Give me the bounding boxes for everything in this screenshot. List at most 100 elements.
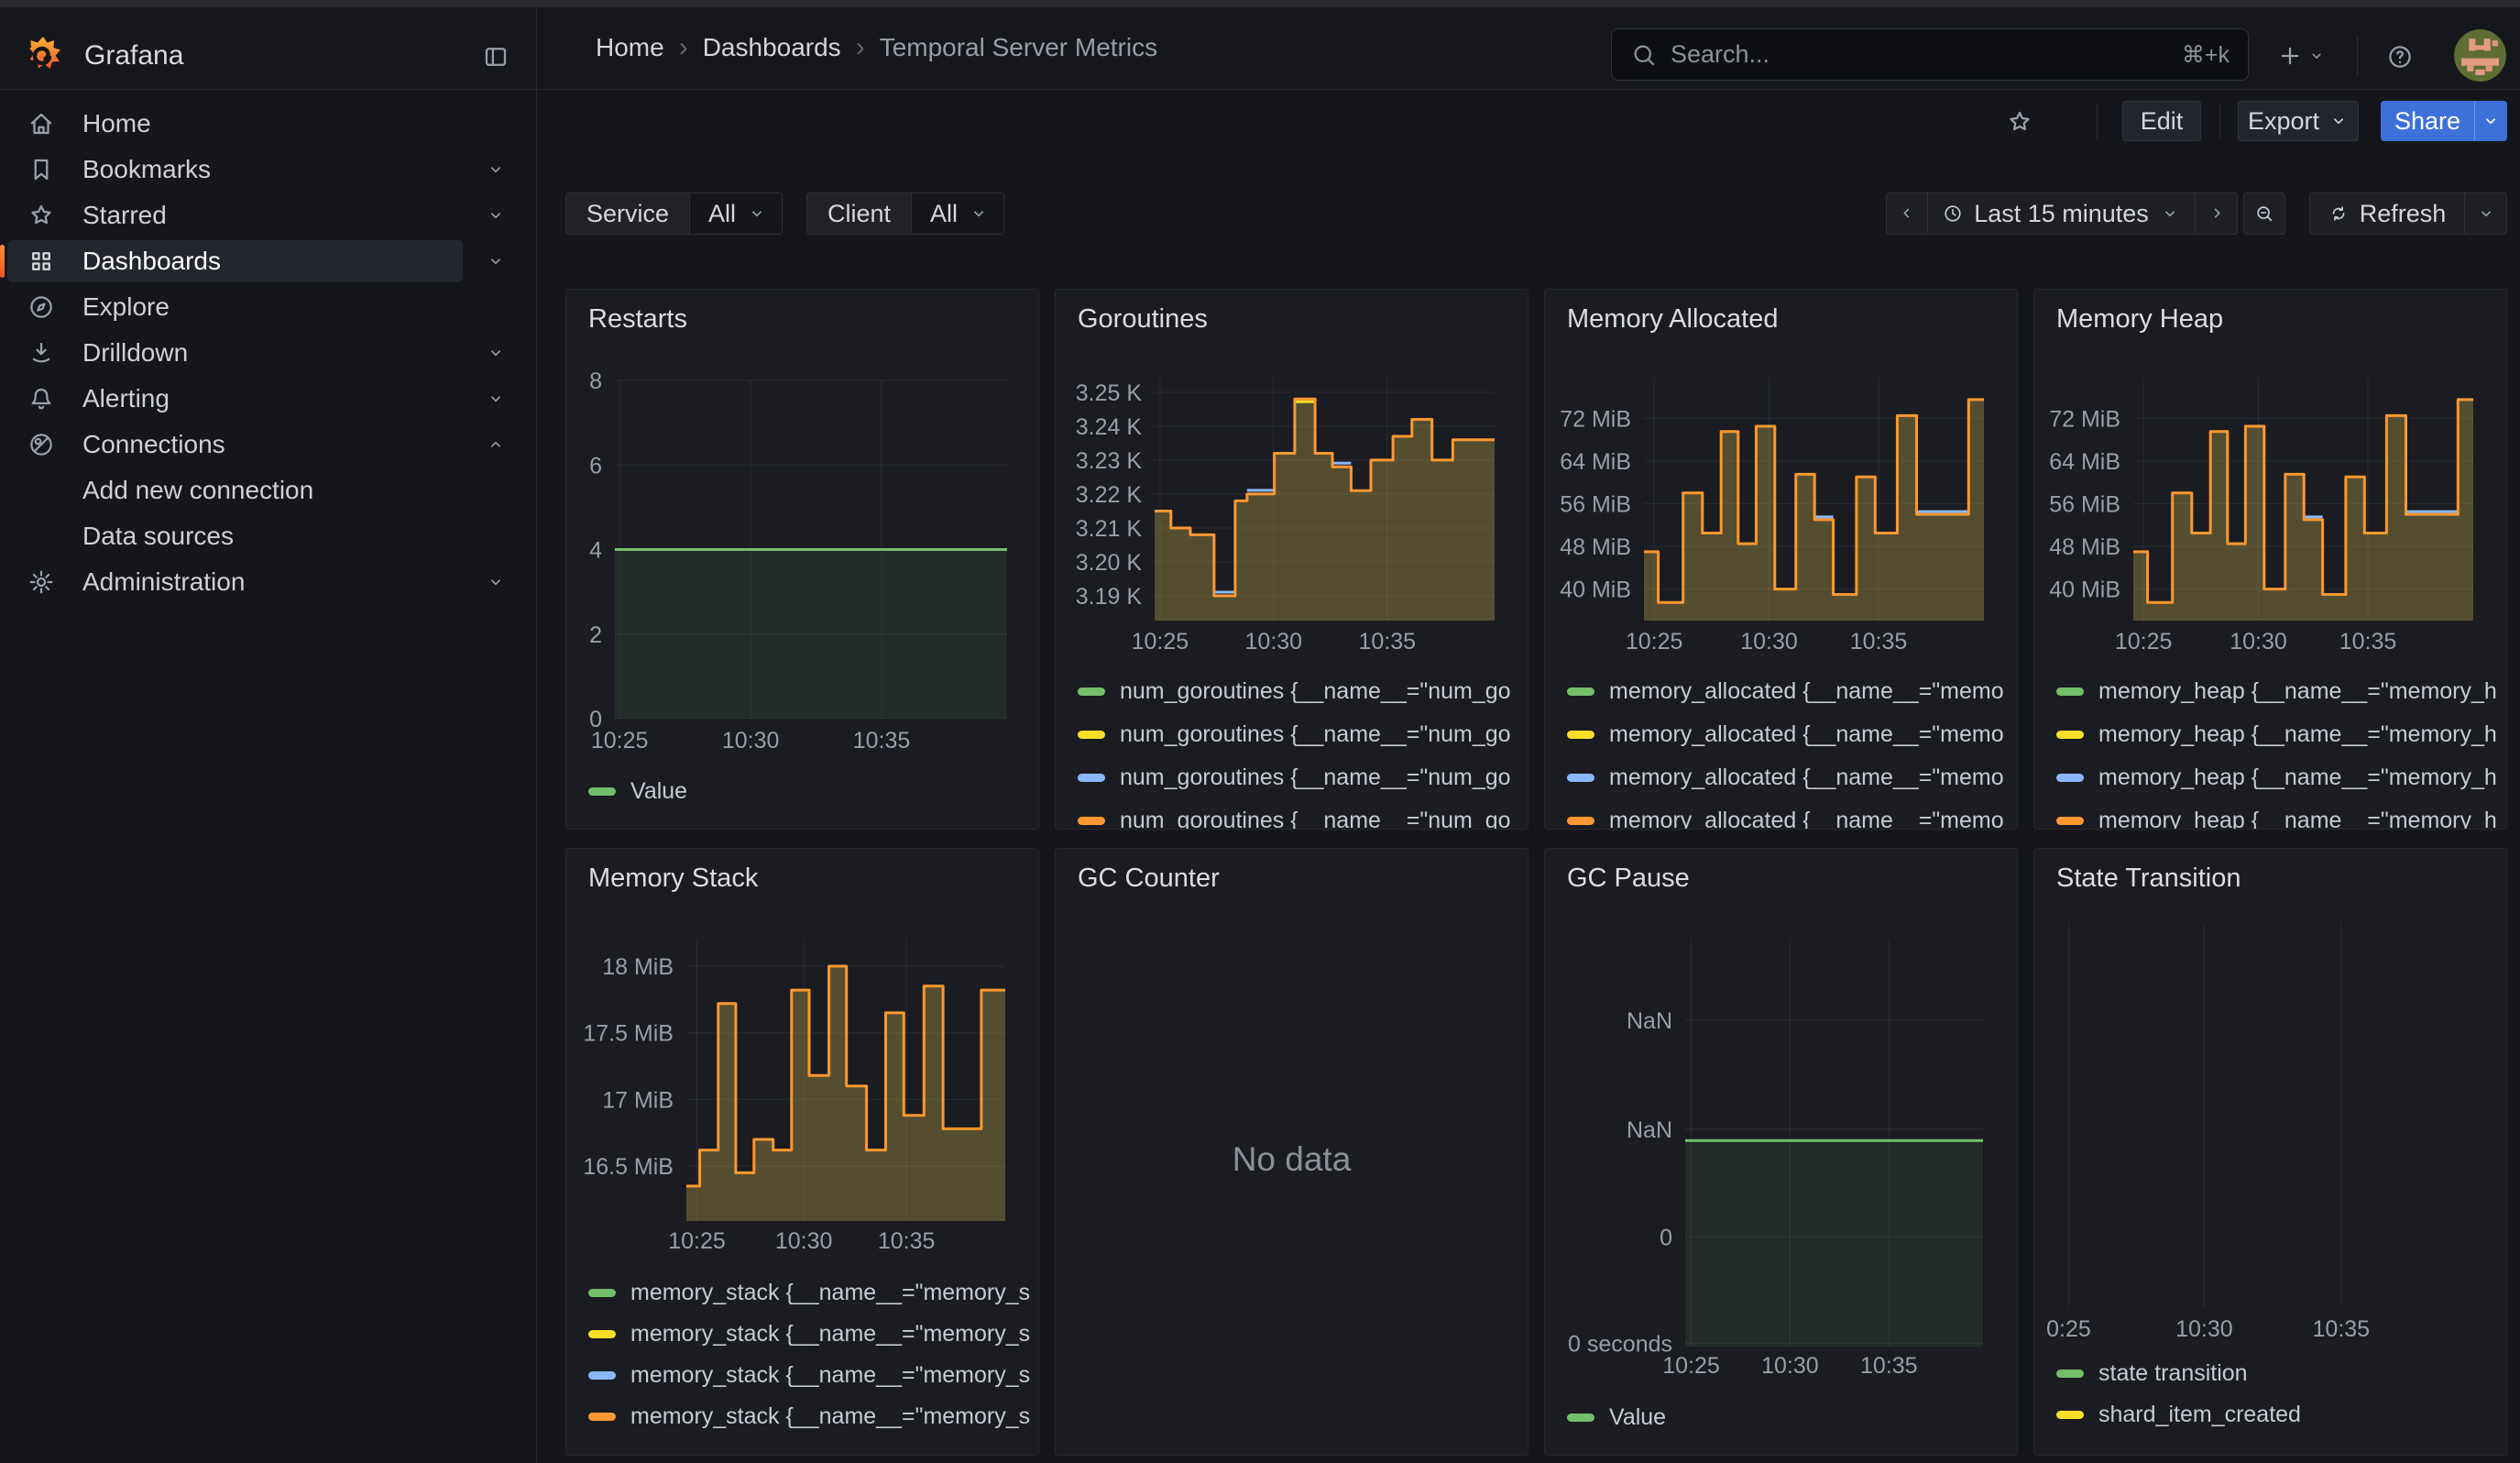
sidebar-item-surface[interactable]: Data sources bbox=[7, 515, 463, 557]
edit-button[interactable]: Edit bbox=[2122, 101, 2201, 141]
chevron-down-icon[interactable] bbox=[486, 160, 506, 180]
panel-title[interactable]: Memory Stack bbox=[588, 864, 758, 894]
sidebar-item-bookmarks[interactable]: Bookmarks bbox=[0, 148, 536, 191]
legend-item[interactable]: memory_allocated {__name__="memo bbox=[1567, 756, 2010, 799]
sidebar-item-drilldown[interactable]: Drilldown bbox=[0, 332, 536, 374]
filter-service-value[interactable]: All bbox=[689, 193, 782, 234]
drilldown-icon bbox=[27, 339, 55, 367]
breadcrumb-item[interactable]: Home bbox=[596, 33, 664, 62]
chevron-down-icon[interactable] bbox=[486, 343, 506, 363]
chart-goroutines[interactable]: 10:2510:3010:353.19 K3.20 K3.21 K3.22 K3… bbox=[1056, 290, 1528, 656]
legend-item[interactable]: state transition bbox=[2056, 1353, 2499, 1394]
panel-title[interactable]: GC Counter bbox=[1078, 864, 1220, 894]
legend-label: num_goroutines {__name__="num_go bbox=[1120, 678, 1511, 705]
sidebar-item-dashboards[interactable]: Dashboards bbox=[0, 240, 536, 282]
sidebar-item-starred[interactable]: Starred bbox=[0, 194, 536, 236]
chart-memory_heap[interactable]: 10:2510:3010:3540 MiB48 MiB56 MiB64 MiB7… bbox=[2034, 290, 2507, 656]
sidebar-item-surface[interactable]: Dashboards bbox=[7, 240, 463, 282]
chevron-down-icon[interactable] bbox=[486, 251, 506, 271]
sidebar-item-home[interactable]: Home bbox=[0, 103, 536, 145]
panel-title[interactable]: Goroutines bbox=[1078, 304, 1208, 335]
sidebar-item-administration[interactable]: Administration bbox=[0, 561, 536, 603]
sidebar-item-explore[interactable]: Explore bbox=[0, 286, 536, 328]
sidebar-item-surface[interactable]: Starred bbox=[7, 194, 463, 236]
help-button[interactable] bbox=[2379, 36, 2421, 78]
panel-title[interactable]: State Transition bbox=[2056, 864, 2241, 894]
legend-item[interactable]: num_goroutines {__name__="num_go bbox=[1078, 756, 1520, 799]
sidebar-item-surface[interactable]: Connections bbox=[7, 424, 463, 466]
chevron-up-icon[interactable] bbox=[486, 434, 506, 455]
legend-item[interactable]: shard_item_created bbox=[2056, 1394, 2499, 1436]
legend-item[interactable]: memory_allocated {__name__="memo bbox=[1567, 670, 2010, 713]
legend: memory_heap {__name__="memory_hmemory_he… bbox=[2056, 670, 2499, 830]
zoom-out-button[interactable] bbox=[2243, 192, 2285, 235]
legend-item[interactable]: Value bbox=[588, 770, 1031, 813]
sidebar-item-surface[interactable]: Explore bbox=[7, 286, 463, 328]
sidebar-item-surface[interactable]: Alerting bbox=[7, 378, 463, 420]
filter-client-value[interactable]: All bbox=[911, 193, 1003, 234]
chevron-down-icon[interactable] bbox=[486, 205, 506, 226]
legend-swatch bbox=[2056, 1411, 2084, 1419]
legend-label: num_goroutines {__name__="num_go bbox=[1120, 721, 1511, 748]
legend-item[interactable]: memory_allocated {__name__="memo bbox=[1567, 799, 2010, 830]
legend-swatch bbox=[2056, 731, 2084, 739]
time-shift-forward-button[interactable] bbox=[2196, 192, 2238, 235]
sidebar-item-surface[interactable]: Home bbox=[7, 103, 463, 145]
panel-title[interactable]: Memory Heap bbox=[2056, 304, 2223, 335]
chart-memory_stack[interactable]: 10:2510:3010:3516.5 MiB17 MiB17.5 MiB18 … bbox=[566, 849, 1039, 1260]
breadcrumb-item[interactable]: Dashboards bbox=[703, 33, 841, 62]
export-button[interactable]: Export bbox=[2238, 101, 2359, 141]
chart-state_transition[interactable]: 0:2510:3010:35 bbox=[2034, 849, 2507, 1346]
legend-item[interactable]: memory_heap {__name__="memory_h bbox=[2056, 713, 2499, 756]
header-divider bbox=[2357, 37, 2358, 75]
refresh-button[interactable]: Refresh bbox=[2309, 192, 2465, 235]
legend-item[interactable]: memory_stack {__name__="memory_s bbox=[588, 1355, 1031, 1396]
legend-item[interactable]: memory_stack {__name__="memory_s bbox=[588, 1396, 1031, 1437]
svg-text:72 MiB: 72 MiB bbox=[2049, 406, 2120, 432]
legend: state transitionshard_item_created bbox=[2056, 1353, 2499, 1436]
time-range-picker[interactable]: Last 15 minutes bbox=[1928, 192, 2196, 235]
chart-gc_pause[interactable]: 10:2510:3010:350 seconds0NaNNaN bbox=[1545, 849, 2018, 1388]
legend-item[interactable]: memory_heap {__name__="memory_h bbox=[2056, 670, 2499, 713]
svg-text:10:35: 10:35 bbox=[853, 728, 911, 754]
sidebar-item-add-new-connection[interactable]: Add new connection bbox=[0, 469, 536, 512]
search-input[interactable]: Search... ⌘+k bbox=[1611, 28, 2249, 81]
chevron-down-icon[interactable] bbox=[486, 572, 506, 592]
legend-item[interactable]: num_goroutines {__name__="num_go bbox=[1078, 713, 1520, 756]
sidebar-item-data-sources[interactable]: Data sources bbox=[0, 515, 536, 557]
legend-item[interactable]: num_goroutines {__name__="num_go bbox=[1078, 670, 1520, 713]
refresh-interval-button[interactable] bbox=[2465, 192, 2507, 235]
time-shift-back-button[interactable] bbox=[1886, 192, 1928, 235]
legend-swatch bbox=[1567, 1414, 1594, 1422]
sidebar-item-alerting[interactable]: Alerting bbox=[0, 378, 536, 420]
sidebar-item-surface[interactable]: Add new connection bbox=[7, 469, 463, 512]
legend-item[interactable]: memory_heap {__name__="memory_h bbox=[2056, 799, 2499, 830]
sidebar-item-surface[interactable]: Drilldown bbox=[7, 332, 463, 374]
new-button[interactable] bbox=[2265, 35, 2337, 77]
legend-item[interactable]: num_goroutines {__name__="num_go bbox=[1078, 799, 1520, 830]
sidebar-item-surface[interactable]: Administration bbox=[7, 561, 463, 603]
share-button[interactable]: Share bbox=[2381, 101, 2474, 141]
chart-restarts[interactable]: 10:2510:3010:3502468 bbox=[566, 290, 1039, 759]
chevron-down-icon[interactable] bbox=[486, 389, 506, 409]
legend-item[interactable]: memory_allocated {__name__="memo bbox=[1567, 713, 2010, 756]
panel-title[interactable]: Restarts bbox=[588, 304, 687, 335]
chart-memory_allocated[interactable]: 10:2510:3010:3540 MiB48 MiB56 MiB64 MiB7… bbox=[1545, 290, 2018, 656]
panel-title[interactable]: Memory Allocated bbox=[1567, 304, 1779, 335]
svg-text:10:25: 10:25 bbox=[1626, 629, 1683, 654]
legend-item[interactable]: memory_heap {__name__="memory_h bbox=[2056, 756, 2499, 799]
favorite-star-button[interactable] bbox=[2000, 102, 2040, 142]
legend-swatch bbox=[1078, 688, 1105, 696]
legend-item[interactable]: memory_stack {__name__="memory_s bbox=[588, 1314, 1031, 1355]
panel-title[interactable]: GC Pause bbox=[1567, 864, 1690, 894]
legend-item[interactable]: memory_stack {__name__="memory_s bbox=[588, 1272, 1031, 1314]
legend-swatch bbox=[2056, 688, 2084, 696]
avatar[interactable] bbox=[2454, 29, 2506, 82]
legend: memory_stack {__name__="memory_smemory_s… bbox=[588, 1272, 1031, 1437]
sidebar-item-surface[interactable]: Bookmarks bbox=[7, 148, 463, 191]
share-menu-button[interactable] bbox=[2474, 101, 2507, 141]
legend-label: memory_allocated {__name__="memo bbox=[1609, 678, 2004, 705]
legend-item[interactable]: Value bbox=[1567, 1397, 2010, 1438]
sidebar-item-connections[interactable]: Connections bbox=[0, 424, 536, 466]
dock-sidebar-icon[interactable] bbox=[480, 41, 511, 72]
